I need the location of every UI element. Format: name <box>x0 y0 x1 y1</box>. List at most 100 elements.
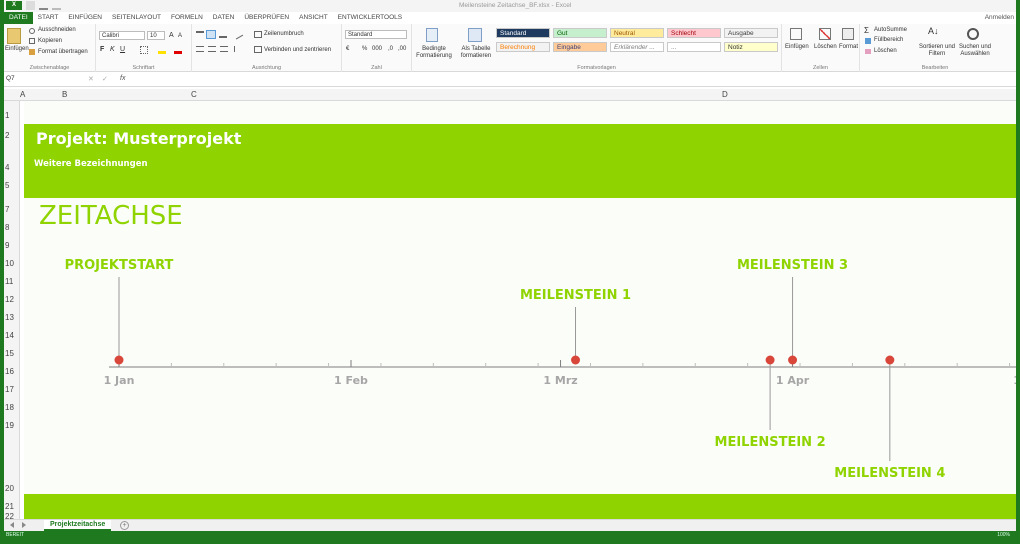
row-header-20[interactable]: 20 <box>5 484 14 493</box>
cut-icon[interactable] <box>29 28 35 34</box>
name-box[interactable]: Q7 <box>6 75 66 85</box>
ribbon-tab-seitenlayout[interactable]: SEITENLAYOUT <box>107 12 166 24</box>
cell-style-eingabe[interactable]: Eingabe <box>553 42 607 52</box>
cell-style-standard[interactable]: Standard <box>496 28 550 38</box>
row-header-10[interactable]: 10 <box>5 259 14 268</box>
format-painter-icon[interactable] <box>29 49 35 55</box>
zoom-level[interactable]: 100% <box>997 532 1010 538</box>
ribbon-tab-start[interactable]: START <box>33 12 64 24</box>
autosum-button[interactable]: AutoSumme <box>874 27 907 33</box>
fill-button[interactable]: Füllbereich <box>874 37 903 43</box>
row-header-4[interactable]: 4 <box>5 163 9 172</box>
conditional-formatting-icon[interactable] <box>426 28 438 42</box>
save-icon[interactable] <box>26 1 35 10</box>
find-select-icon[interactable] <box>967 28 979 40</box>
merge-center-button[interactable]: Verbinden und zentrieren <box>264 47 331 53</box>
ribbon-tab-formeln[interactable]: FORMELN <box>166 12 208 24</box>
delete-cells-icon[interactable] <box>819 28 831 40</box>
cell-style-gut[interactable]: Gut <box>553 28 607 38</box>
align-bottom-icon[interactable] <box>219 31 227 38</box>
row-header-8[interactable]: 8 <box>5 223 9 232</box>
format-cells-icon[interactable] <box>842 28 854 40</box>
ribbon-tab-datei[interactable]: DATEI <box>4 12 33 24</box>
align-middle-icon[interactable] <box>206 30 216 39</box>
underline-button[interactable]: U <box>120 46 125 53</box>
insert-function-button[interactable]: fx <box>120 75 125 82</box>
number-format-select[interactable]: Standard <box>345 30 407 39</box>
wrap-text-button[interactable]: Zeilenumbruch <box>264 31 304 37</box>
row-header-17[interactable]: 17 <box>5 385 14 394</box>
scroll-right-icon[interactable] <box>22 522 26 528</box>
row-header-15[interactable]: 15 <box>5 349 14 358</box>
align-right-icon[interactable] <box>220 46 228 52</box>
clear-icon[interactable] <box>865 49 871 54</box>
row-header-12[interactable]: 12 <box>5 295 14 304</box>
grow-font-button[interactable]: A <box>169 32 174 39</box>
conditional-formatting-button[interactable]: Bedingte Formatierung <box>414 46 454 60</box>
border-icon[interactable] <box>140 46 148 54</box>
percent-button[interactable]: % <box>362 46 367 52</box>
format-cells-button[interactable]: Format <box>839 44 858 50</box>
fill-color-icon[interactable] <box>158 46 166 54</box>
wrap-text-icon[interactable] <box>254 31 262 38</box>
align-left-icon[interactable] <box>196 46 204 52</box>
italic-button[interactable]: K <box>110 46 115 53</box>
row-header-19[interactable]: 19 <box>5 421 14 430</box>
ribbon-tab-einf-gen[interactable]: EINFÜGEN <box>63 12 107 24</box>
font-size-select[interactable]: 10 <box>147 31 165 40</box>
find-select-button[interactable]: Suchen und Auswählen <box>955 44 995 58</box>
row-header-9[interactable]: 9 <box>5 241 9 250</box>
ribbon-tab--berpr-fen[interactable]: ÜBERPRÜFEN <box>239 12 294 24</box>
ribbon-tab-daten[interactable]: DATEN <box>208 12 240 24</box>
cell-style-berechnung[interactable]: Berechnung <box>496 42 550 52</box>
format-as-table-icon[interactable] <box>468 28 482 42</box>
column-header-d[interactable]: D <box>722 89 728 101</box>
merge-center-icon[interactable] <box>254 46 262 53</box>
row-header-13[interactable]: 13 <box>5 313 14 322</box>
cell-style-notiz[interactable]: Notiz <box>724 42 778 52</box>
orientation-icon[interactable] <box>232 29 244 40</box>
redo-icon[interactable] <box>52 1 61 10</box>
enter-icon[interactable]: ✓ <box>102 75 108 83</box>
add-sheet-button[interactable]: + <box>120 521 129 530</box>
fill-icon[interactable] <box>865 38 871 44</box>
cut-button[interactable]: Ausschneiden <box>38 27 76 33</box>
comma-style-button[interactable]: 000 <box>372 46 382 52</box>
accounting-format-button[interactable]: € <box>346 46 349 52</box>
column-header-b[interactable]: B <box>62 89 67 101</box>
column-header-a[interactable]: A <box>20 89 25 101</box>
row-header-2[interactable]: 2 <box>5 131 9 140</box>
cell-style--[interactable]: ... <box>667 42 721 52</box>
increase-decimal-button[interactable]: ,0 <box>388 46 393 52</box>
shrink-font-button[interactable]: A <box>178 33 182 39</box>
format-painter-button[interactable]: Format übertragen <box>38 49 88 55</box>
align-center-icon[interactable] <box>208 46 216 52</box>
sort-filter-icon[interactable]: A↓ <box>928 26 939 36</box>
cell-style-erklärender-[interactable]: Erklärender ... <box>610 42 664 52</box>
scroll-left-icon[interactable] <box>10 522 14 528</box>
row-header-5[interactable]: 5 <box>5 181 9 190</box>
row-header-16[interactable]: 16 <box>5 367 14 376</box>
sheet-tab-projektzeitachse[interactable]: Projektzeitachse <box>44 520 112 531</box>
cancel-icon[interactable]: ✕ <box>88 75 94 83</box>
row-header-11[interactable]: 11 <box>5 277 13 286</box>
ribbon-tab-ansicht[interactable]: ANSICHT <box>294 12 333 24</box>
row-header-21[interactable]: 21 <box>5 502 14 511</box>
undo-icon[interactable] <box>39 1 48 10</box>
row-header-14[interactable]: 14 <box>5 331 14 340</box>
format-as-table-button[interactable]: Als Tabelle formatieren <box>456 46 496 60</box>
row-header-1[interactable]: 1 <box>5 111 9 120</box>
decrease-decimal-button[interactable]: ,00 <box>398 46 406 52</box>
copy-icon[interactable] <box>29 38 35 44</box>
copy-button[interactable]: Kopieren <box>38 38 62 44</box>
font-color-icon[interactable] <box>174 46 182 54</box>
row-header-7[interactable]: 7 <box>5 205 9 214</box>
sort-filter-button[interactable]: Sortieren und Filtern <box>917 44 957 58</box>
insert-cells-button[interactable]: Einfügen <box>785 44 809 50</box>
worksheet[interactable]: Projekt: Musterprojekt Weitere Bezeichnu… <box>24 101 1016 519</box>
paste-button[interactable]: Einfügen <box>5 46 29 52</box>
paste-icon[interactable] <box>7 28 21 44</box>
bold-button[interactable]: F <box>100 46 104 53</box>
delete-cells-button[interactable]: Löschen <box>814 44 837 50</box>
font-name-select[interactable]: Calibri <box>99 31 145 40</box>
